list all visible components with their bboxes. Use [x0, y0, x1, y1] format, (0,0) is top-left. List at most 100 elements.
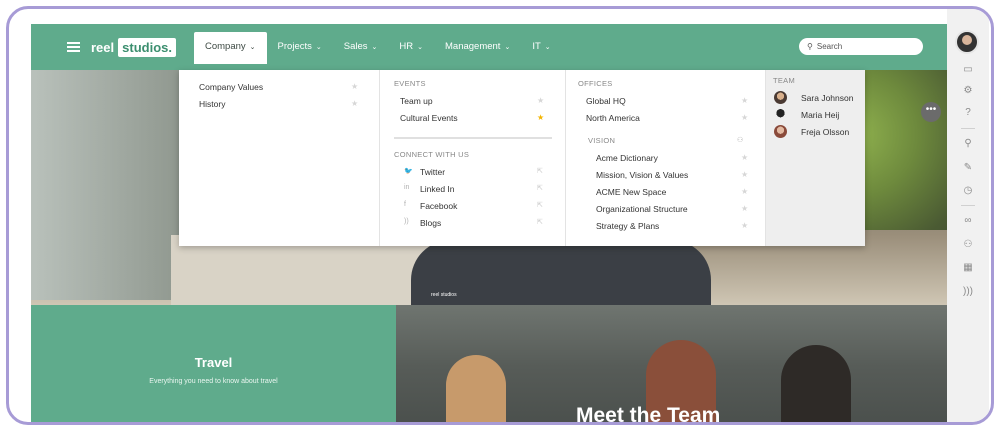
logo-text: reel [91, 39, 115, 55]
hero-tag: reel studios [431, 292, 457, 298]
section-heading-connect: CONNECT WITH US [394, 150, 470, 159]
chevron-down-icon: ⌄ [315, 44, 322, 51]
nav-sales[interactable]: Sales ⌄ [333, 38, 389, 70]
menu-item-global-hq[interactable]: Global HQ [586, 96, 626, 106]
travel-title: Travel [194, 355, 233, 370]
more-options-icon[interactable]: ••• [921, 102, 941, 122]
nav-projects[interactable]: Projects ⌄ [267, 38, 333, 70]
menu-item-twitter[interactable]: Twitter [420, 167, 445, 177]
menu-item-team-up[interactable]: Team up [400, 96, 433, 106]
menu-column-general: Company Values ★ History ★ [179, 70, 379, 246]
chevron-down-icon: ⌄ [417, 44, 423, 51]
star-icon[interactable]: ★ [741, 170, 748, 179]
link-icon[interactable]: ∞ [947, 215, 989, 226]
star-icon[interactable]: ★ [741, 187, 748, 196]
user-avatar[interactable] [955, 30, 979, 54]
avatar[interactable] [774, 108, 787, 121]
nav-hr[interactable]: HR ⌄ [388, 38, 434, 70]
nav-label: Sales [343, 41, 368, 52]
external-link-icon[interactable]: ⇱ [537, 218, 543, 226]
team-member-name[interactable]: Sara Johnson [801, 93, 853, 103]
chevron-down-icon: ⌄ [544, 44, 551, 51]
star-icon[interactable]: ★ [741, 204, 748, 213]
top-navigation-bar: reel studios. Company ⌄ Projects ⌄ Sales ⌄ … [31, 24, 952, 70]
chevron-down-icon: ⌄ [371, 44, 378, 51]
section-heading-team: TEAM [773, 76, 796, 85]
menu-item-linkedin[interactable]: Linked In [420, 184, 455, 194]
section-heading-vision: VISION [588, 136, 616, 145]
menu-item-mission-vision-values[interactable]: Mission, Vision & Values [596, 170, 688, 180]
menu-item-acme-dictionary[interactable]: Acme Dictionary [596, 153, 658, 163]
nav-management[interactable]: Management ⌄ [434, 38, 521, 70]
menu-item-north-america[interactable]: North America [586, 113, 640, 123]
hero-window [31, 70, 191, 300]
section-divider [394, 137, 552, 139]
chevron-down-icon: ⌄ [249, 44, 256, 51]
chevron-down-icon: ⌄ [504, 44, 511, 51]
star-icon[interactable]: ★ [741, 221, 748, 230]
star-icon[interactable]: ★ [351, 99, 358, 108]
menu-item-blogs[interactable]: Blogs [420, 218, 441, 228]
app-frame: ••• reel studios Travel Everything you n… [6, 6, 994, 425]
hamburger-menu-icon[interactable] [67, 42, 80, 52]
travel-subtitle: Everything you need to know about travel [149, 378, 278, 385]
nav-it[interactable]: IT ⌄ [521, 38, 561, 70]
menu-item-cultural-events[interactable]: Cultural Events [400, 113, 458, 123]
team-person-3 [781, 345, 851, 422]
team-member-name[interactable]: Maria Heij [801, 110, 839, 120]
avatar[interactable] [774, 125, 787, 138]
inbox-icon[interactable]: ▭ [947, 64, 989, 75]
brand-logo[interactable]: reel studios. [91, 37, 176, 57]
travel-tile[interactable]: Travel Everything you need to know about… [31, 305, 396, 422]
menu-item-facebook[interactable]: Facebook [420, 201, 457, 211]
star-icon[interactable]: ★ [741, 153, 748, 162]
company-mega-menu: Company Values ★ History ★ EVENTS Team u… [179, 70, 865, 246]
blog-icon: )) [404, 218, 409, 225]
search-icon[interactable]: ⚲ [947, 138, 989, 149]
gear-icon[interactable]: ⚙ [947, 85, 989, 96]
help-icon[interactable]: ? [947, 107, 989, 118]
menu-item-company-values[interactable]: Company Values [199, 82, 263, 92]
section-heading-offices: OFFICES [578, 79, 613, 88]
external-link-icon[interactable]: ⇱ [537, 184, 543, 192]
rss-icon[interactable]: ))) [947, 286, 989, 297]
nav-company[interactable]: Company ⌄ [194, 32, 267, 64]
menu-item-history[interactable]: History [199, 99, 225, 109]
star-icon[interactable]: ★ [351, 82, 358, 91]
avatar[interactable] [774, 91, 787, 104]
menu-item-organizational-structure[interactable]: Organizational Structure [596, 204, 688, 214]
main-nav: Company ⌄ Projects ⌄ Sales ⌄ HR ⌄ Management… [194, 32, 562, 70]
team-person-1 [446, 355, 506, 422]
nav-label: Management [445, 41, 501, 52]
team-member-name[interactable]: Freja Olsson [801, 127, 849, 137]
star-icon[interactable]: ★ [741, 96, 748, 105]
right-toolbar: ▭ ⚙ ? ⚲ ✎ ◷ ∞ ⚇ ▦ ))) [947, 9, 989, 422]
menu-column-events: EVENTS Team up ★ Cultural Events ★ CONNE… [379, 70, 565, 246]
rail-divider [961, 205, 975, 206]
search-input[interactable]: ⚲ Search [799, 38, 923, 55]
menu-column-team: TEAM Sara Johnson Maria Heij Freja Olsso… [765, 70, 865, 246]
clock-icon[interactable]: ◷ [947, 185, 989, 196]
facebook-icon: f [404, 201, 406, 208]
linkedin-icon: in [404, 184, 410, 191]
team-banner[interactable]: Meet the Team [396, 305, 952, 425]
star-icon[interactable]: ★ [741, 113, 748, 122]
edit-icon[interactable]: ✎ [947, 162, 989, 173]
logo-badge: studios. [118, 37, 176, 57]
section-heading-events: EVENTS [394, 79, 426, 88]
external-link-icon[interactable]: ⇱ [537, 201, 543, 209]
search-icon: ⚲ [807, 42, 813, 51]
calendar-icon[interactable]: ▦ [947, 262, 989, 273]
twitter-icon: 🐦 [404, 168, 413, 175]
team-banner-title: Meet the Team [576, 404, 721, 425]
nav-label: Company [205, 41, 246, 52]
nav-label: IT [532, 41, 541, 52]
menu-item-acme-new-space[interactable]: ACME New Space [596, 187, 666, 197]
star-icon[interactable]: ★ [537, 96, 544, 105]
external-link-icon[interactable]: ⇱ [537, 167, 543, 175]
star-filled-icon[interactable]: ★ [537, 113, 544, 122]
people-icon[interactable]: ⚇ [947, 239, 989, 250]
nav-label: Projects [277, 41, 312, 52]
nav-label: HR [399, 41, 414, 52]
menu-item-strategy-plans[interactable]: Strategy & Plans [596, 221, 659, 231]
